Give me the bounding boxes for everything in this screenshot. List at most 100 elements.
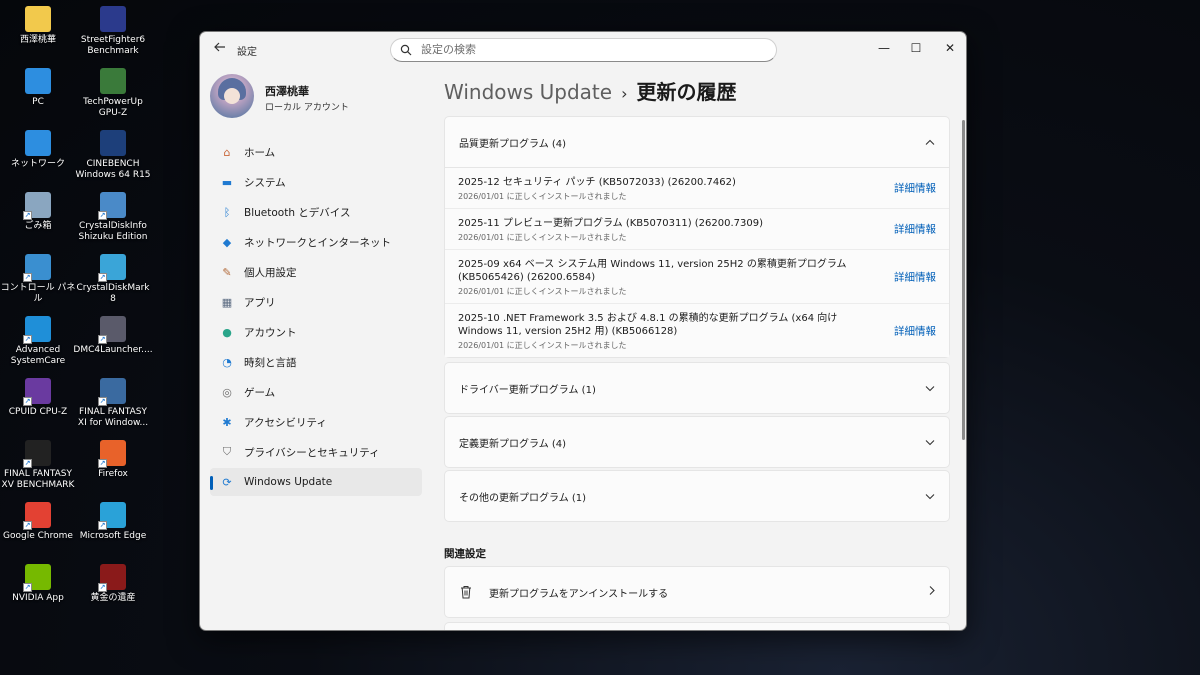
desktop-icon[interactable]: ↗ DMC4Launcher....	[73, 316, 153, 356]
chrome-icon: ↗	[23, 502, 51, 530]
desktop-icon[interactable]: ↗ 黄金の遺産	[75, 564, 151, 604]
uninstall-updates-label: 更新プログラムをアンインストールする	[489, 588, 669, 600]
shortcut-arrow-icon: ↗	[23, 459, 32, 468]
sidebar-item[interactable]: ◎ ゲーム	[210, 378, 422, 406]
crystaldiskinfo-icon: ↗	[98, 192, 126, 220]
details-link[interactable]: 詳細情報	[894, 269, 936, 284]
breadcrumb-separator: ›	[621, 84, 628, 103]
update-category-card[interactable]: 定義更新プログラム (4)	[444, 416, 950, 468]
update-status: 2026/01/01 に正しくインストールされました	[458, 341, 627, 350]
shield-icon: ⛉	[222, 445, 232, 458]
cinebench-icon	[100, 130, 126, 156]
desktop-icon[interactable]: ↗ コントロール パネル	[0, 254, 76, 305]
recycle-bin-icon: ↗	[23, 192, 51, 220]
sidebar-item[interactable]: ● アカウント	[210, 318, 422, 346]
quality-updates-card: 品質更新プログラム (4) 2025-12 セキュリティ パッチ (KB5072…	[444, 116, 950, 358]
user-name: 西澤桃華	[265, 85, 309, 98]
details-link[interactable]: 詳細情報	[894, 222, 936, 237]
desktop-icon[interactable]: ↗ Firefox	[75, 440, 151, 480]
chevron-right-icon	[929, 586, 935, 599]
user-profile[interactable]: 西澤桃華 ローカル アカウント	[210, 74, 410, 120]
sidebar-item[interactable]: ✎ 個人用設定	[210, 258, 422, 286]
sidebar-item[interactable]: ◔ 時刻と言語	[210, 348, 422, 376]
minimize-button[interactable]: —	[868, 37, 900, 59]
chevron-down-icon	[925, 382, 935, 395]
gaming-icon: ◎	[222, 385, 232, 399]
network-icon	[25, 130, 51, 156]
desktop-icon[interactable]: TechPowerUp GPU-Z	[75, 68, 151, 119]
desktop-icon-label: Microsoft Edge	[79, 531, 147, 541]
sidebar-item-label: Windows Update	[244, 476, 333, 488]
search-icon	[400, 44, 412, 56]
sidebar-item[interactable]: ⌂ ホーム	[210, 138, 422, 166]
breadcrumb: Windows Update › 更新の履歴	[444, 76, 736, 105]
folder-icon	[25, 6, 51, 32]
update-row: 2025-11 プレビュー更新プログラム (KB5070311) (26200.…	[445, 209, 949, 250]
sidebar-item[interactable]: ◆ ネットワークとインターネット	[210, 228, 422, 256]
desktop-icon[interactable]: ↗ Advanced SystemCare	[0, 316, 76, 367]
update-status: 2026/01/01 に正しくインストールされました	[458, 233, 627, 242]
desktop-icon[interactable]: ↗ FINAL FANTASY XV BENCHMARK	[0, 440, 76, 491]
app-title: 設定	[237, 47, 257, 58]
page-title: 更新の履歴	[636, 80, 737, 104]
chevron-down-icon	[925, 436, 935, 449]
desktop-icon[interactable]: 西澤桃華	[0, 6, 76, 46]
details-link[interactable]: 詳細情報	[894, 181, 936, 196]
desktop-icon[interactable]: ↗ ごみ箱	[0, 192, 76, 232]
sidebar-item-label: 個人用設定	[244, 266, 297, 279]
desktop-icon[interactable]: ↗ CPUID CPU-Z	[0, 378, 76, 418]
control-panel-icon: ↗	[23, 254, 51, 282]
sidebar-nav: ⌂ ホーム ▬ システム ᛒ Bluetooth とデバイス ◆ ネットワークとインターネット…	[210, 138, 422, 498]
quality-updates-header[interactable]: 品質更新プログラム (4)	[445, 117, 949, 167]
chevron-up-icon	[925, 136, 935, 149]
desktop-icon[interactable]: ネットワーク	[0, 130, 76, 170]
update-category-card[interactable]: ドライバー更新プログラム (1)	[444, 362, 950, 414]
uninstall-updates-card[interactable]: 更新プログラムをアンインストールする	[444, 566, 950, 618]
scrollbar[interactable]	[962, 120, 965, 440]
desktop-icon-label: StreetFighter6 Benchmark	[80, 35, 146, 56]
desktop-icon-label: ごみ箱	[24, 221, 52, 231]
update-status: 2026/01/01 に正しくインストールされました	[458, 287, 627, 296]
update-category-title: ドライバー更新プログラム (1)	[459, 384, 596, 396]
account-icon: ●	[222, 325, 232, 339]
update-category-card[interactable]: その他の更新プログラム (1)	[444, 470, 950, 522]
maximize-button[interactable]: ☐	[900, 37, 932, 59]
sidebar-item[interactable]: ᛒ Bluetooth とデバイス	[210, 198, 422, 226]
desktop-icon[interactable]: ↗ CrystalDiskMark 8	[75, 254, 151, 305]
sidebar-item[interactable]: ⛉ プライバシーとセキュリティ	[210, 438, 422, 466]
update-title: 2025-12 セキュリティ パッチ (KB5072033) (26200.74…	[458, 177, 736, 188]
shortcut-arrow-icon: ↗	[98, 459, 107, 468]
desktop-icon[interactable]: ↗ CrystalDiskInfo Shizuku Edition	[75, 192, 151, 243]
close-button[interactable]: ✕	[934, 37, 966, 59]
sidebar-item-label: Bluetooth とデバイス	[244, 206, 351, 219]
account-type: ローカル アカウント	[265, 103, 349, 113]
desktop-icon[interactable]: PC	[0, 68, 76, 108]
shortcut-arrow-icon: ↗	[23, 335, 32, 344]
desktop-icon[interactable]: ↗ Microsoft Edge	[75, 502, 151, 542]
desktop-icon[interactable]: ↗ FINAL FANTASY XI for Window...	[75, 378, 151, 429]
desktop-icon[interactable]: ↗ Google Chrome	[0, 502, 76, 542]
update-list: 2025-12 セキュリティ パッチ (KB5072033) (26200.74…	[445, 167, 949, 357]
sidebar-item[interactable]: ▦ アプリ	[210, 288, 422, 316]
desktop-icon-label: CINEBENCH Windows 64 R15	[75, 159, 151, 180]
search-input[interactable]: 設定の検索	[390, 38, 777, 62]
desktop-icon[interactable]: CINEBENCH Windows 64 R15	[75, 130, 151, 181]
sidebar-item[interactable]: ⟳ Windows Update	[210, 468, 422, 496]
sidebar-item[interactable]: ▬ システム	[210, 168, 422, 196]
desktop-icon[interactable]: StreetFighter6 Benchmark	[75, 6, 151, 57]
update-row: 2025-10 .NET Framework 3.5 および 4.8.1 の累積…	[445, 304, 949, 357]
chevron-down-icon	[925, 490, 935, 503]
desktop-icon-label: Firefox	[98, 469, 128, 479]
details-link[interactable]: 詳細情報	[894, 323, 936, 338]
firefox-icon: ↗	[98, 440, 126, 468]
breadcrumb-parent[interactable]: Windows Update	[444, 80, 612, 104]
sidebar-item[interactable]: ✱ アクセシビリティ	[210, 408, 422, 436]
back-arrow-icon[interactable]	[210, 40, 230, 58]
update-category-title: 定義更新プログラム (4)	[459, 438, 567, 450]
desktop-icon[interactable]: ↗ NVIDIA App	[0, 564, 76, 604]
shortcut-arrow-icon: ↗	[23, 273, 32, 282]
desktop-icon-label: CrystalDiskMark 8	[76, 283, 150, 304]
edge-icon: ↗	[98, 502, 126, 530]
desktop-icon-label: 黄金の遺産	[90, 593, 136, 603]
time-language-icon: ◔	[222, 355, 232, 369]
